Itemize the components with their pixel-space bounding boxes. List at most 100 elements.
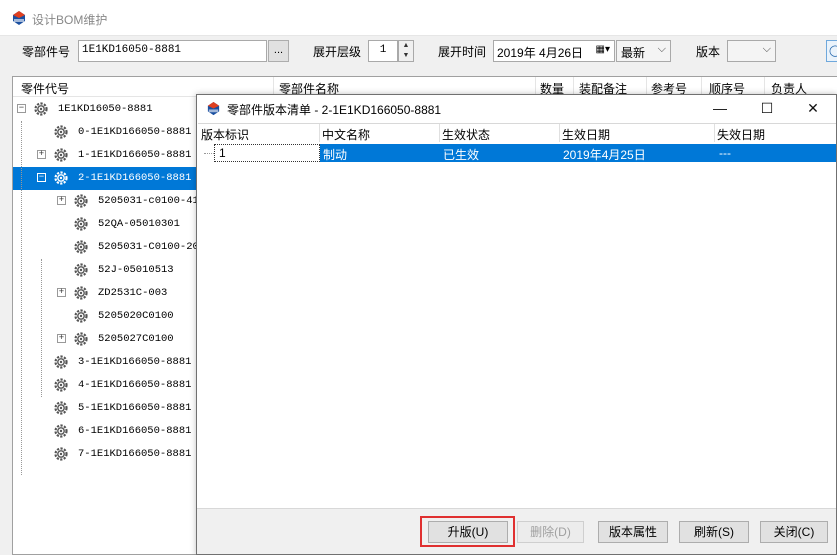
col-chinese-name[interactable]: 中文名称 <box>322 126 370 143</box>
gear-icon <box>33 101 49 117</box>
minimize-icon[interactable]: — <box>697 95 743 122</box>
level-spinner[interactable]: ▲ ▼ <box>398 40 414 62</box>
main-titlebar: 设计BOM维护 <box>0 0 837 36</box>
gear-icon <box>73 216 89 232</box>
level-label: 展开层级 <box>313 45 362 59</box>
gear-icon <box>73 285 89 301</box>
dialog-titlebar[interactable]: 零部件版本清单 - 2-1E1KD166050-8881 — ☐ ✕ <box>197 95 836 122</box>
close-button[interactable]: 关闭(C) <box>760 521 828 543</box>
tree-row-label: 5205027C0100 <box>98 333 174 345</box>
version-id-cell[interactable]: 1 <box>214 144 320 162</box>
part-no-input[interactable]: 1E1KD16050-8881 <box>78 40 267 62</box>
dialog-title: 零部件版本清单 - 2-1E1KD166050-8881 <box>227 103 442 117</box>
col-effective-date[interactable]: 生效日期 <box>562 126 610 143</box>
tree-row[interactable]: 5205031-C0100-20 <box>13 236 213 259</box>
tree-row[interactable]: + ZD2531C-003 <box>13 282 213 305</box>
browse-button[interactable]: ... <box>268 40 289 62</box>
tree-row-label: 1E1KD16050-8881 <box>58 103 153 115</box>
gear-icon <box>53 400 69 416</box>
col-status[interactable]: 生效状态 <box>442 126 490 143</box>
tree-row-label: 1-1E1KD166050-8881 <box>78 149 192 161</box>
date-picker[interactable]: 2019年 4月26日 ▦▾ <box>493 40 615 62</box>
tree-row-label: 5205031-c0100-41( <box>98 195 206 207</box>
date-value: 2019年 4月26日 <box>497 46 584 60</box>
version-list-dialog: 零部件版本清单 - 2-1E1KD166050-8881 — ☐ ✕ 版本标识 … <box>196 94 837 555</box>
gear-icon <box>73 193 89 209</box>
gear-icon <box>73 262 89 278</box>
gear-icon <box>53 124 69 140</box>
gear-icon <box>53 170 69 186</box>
tree-row[interactable]: 4-1E1KD166050-8881 <box>13 374 213 397</box>
latest-value: 最新 <box>621 46 646 60</box>
tree-row-label: 52QA-05010301 <box>98 218 180 230</box>
tree-row[interactable]: 52QA-05010301 <box>13 213 213 236</box>
tree-row[interactable]: +1-1E1KD166050-8881 <box>13 144 213 167</box>
latest-select[interactable]: 最新 ⌵ <box>616 40 671 62</box>
tree-row[interactable]: 7-1E1KD166050-8881 <box>13 443 213 466</box>
calendar-icon[interactable]: ▦▾ <box>596 44 610 55</box>
tree-row[interactable]: 3-1E1KD166050-8881 <box>13 351 213 374</box>
tree-row-label: 52J-05010513 <box>98 264 174 276</box>
tree-row-label: ZD2531C-003 <box>98 287 168 299</box>
tree-row[interactable]: 5205020C0100 <box>13 305 213 328</box>
version-label: 版本 <box>696 45 721 59</box>
part-no-label: 零部件号 <box>22 45 71 59</box>
level-input[interactable]: 1 <box>368 40 398 62</box>
tree-row[interactable]: 52J-05010513 <box>13 259 213 282</box>
version-grid[interactable]: 版本标识 中文名称 生效状态 生效日期 失效日期 1 制动 已生效 2019年4… <box>198 123 836 508</box>
expand-icon[interactable]: + <box>57 288 66 297</box>
dialog-logo-icon <box>207 101 220 116</box>
expand-icon[interactable]: + <box>57 196 66 205</box>
gear-icon <box>53 446 69 462</box>
upgrade-button[interactable]: 升版(U) <box>428 521 508 543</box>
col-expire-date[interactable]: 失效日期 <box>717 126 765 143</box>
spin-up-icon[interactable]: ▲ <box>399 41 413 51</box>
expand-icon[interactable]: + <box>57 334 66 343</box>
collapse-icon[interactable]: − <box>37 173 46 182</box>
tree-row[interactable]: 0-1E1KD166050-8881 <box>13 121 213 144</box>
gear-icon <box>73 308 89 324</box>
gear-icon <box>53 147 69 163</box>
refresh-button[interactable]: 刷新(S) <box>679 521 749 543</box>
search-icon: ◯ <box>829 45 837 57</box>
col-version-id[interactable]: 版本标识 <box>201 126 249 143</box>
effective-date-cell: 2019年4月25日 <box>563 148 646 162</box>
maximize-icon[interactable]: ☐ <box>744 95 790 122</box>
tree-row-label: 2-1E1KD166050-8881 <box>78 172 192 184</box>
tree-row[interactable]: +5205027C0100 <box>13 328 213 351</box>
col-part-code[interactable]: 零件代号 <box>21 80 69 97</box>
tree-connector <box>21 121 22 475</box>
gear-icon <box>73 239 89 255</box>
gear-icon <box>53 423 69 439</box>
tree-row[interactable]: +5205031-c0100-41( <box>13 190 213 213</box>
tree-row-label: 5205020C0100 <box>98 310 174 322</box>
tree-row-label: 4-1E1KD166050-8881 <box>78 379 192 391</box>
status-cell: 已生效 <box>443 148 480 162</box>
close-icon[interactable]: ✕ <box>790 95 836 122</box>
toolbar: 零部件号 1E1KD16050-8881 ... 展开层级 1 ▲ ▼ 展开时间… <box>0 36 837 74</box>
tree-row-selected[interactable]: − 2-1E1KD166050-8881 <box>13 167 199 190</box>
tree-row-label: 7-1E1KD166050-8881 <box>78 448 192 460</box>
search-button[interactable]: ◯ <box>826 40 837 62</box>
tree-row-label: 6-1E1KD166050-8881 <box>78 425 192 437</box>
name-cell: 制动 <box>323 148 348 162</box>
time-label: 展开时间 <box>438 45 487 59</box>
version-select[interactable]: ⌵ <box>727 40 776 62</box>
tree-row[interactable]: − 1E1KD16050-8881 <box>13 98 213 121</box>
chevron-down-icon: ⌵ <box>762 43 771 55</box>
version-properties-button[interactable]: 版本属性 <box>598 521 668 543</box>
table-row[interactable]: 1 制动 已生效 2019年4月25日 --- <box>214 144 836 162</box>
tree-row[interactable]: 5-1E1KD166050-8881 <box>13 397 213 420</box>
dialog-footer: 升版(U) 删除(D) 版本属性 刷新(S) 关闭(C) <box>197 508 836 554</box>
tree-connector <box>41 259 42 397</box>
expand-icon[interactable]: + <box>37 150 46 159</box>
collapse-icon[interactable]: − <box>17 104 26 113</box>
tree-row-label: 5-1E1KD166050-8881 <box>78 402 192 414</box>
gear-icon <box>73 331 89 347</box>
delete-button[interactable]: 删除(D) <box>517 521 584 543</box>
spin-down-icon[interactable]: ▼ <box>399 51 413 61</box>
gear-icon <box>53 354 69 370</box>
chevron-down-icon: ⌵ <box>657 43 666 55</box>
expire-date-cell: --- <box>719 146 731 160</box>
tree-row[interactable]: 6-1E1KD166050-8881 <box>13 420 213 443</box>
